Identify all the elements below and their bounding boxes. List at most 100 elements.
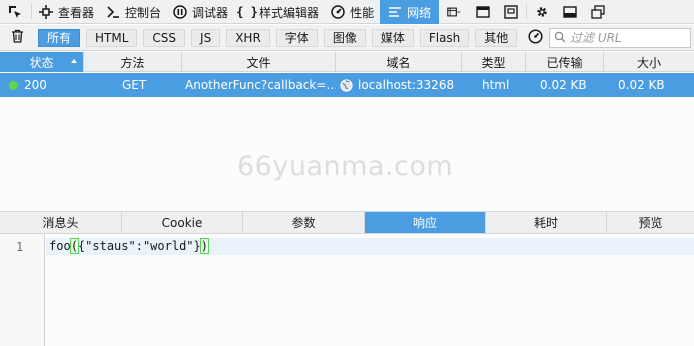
column-method[interactable]: 方法 (84, 52, 182, 72)
cell-status: 200 (0, 73, 84, 97)
cell-size: 0.02 KB (604, 73, 694, 97)
network-icon (388, 5, 402, 19)
toolbar-separator (526, 4, 528, 19)
devtools-toolbar: 查看器 控制台 调试器 { } 样式编辑器 性能 网络 (0, 0, 694, 24)
globe-icon (340, 78, 353, 92)
column-method-label: 方法 (120, 55, 145, 70)
filter-images-button[interactable]: 图像 (323, 28, 366, 47)
tab-response[interactable]: 响应 (365, 212, 486, 233)
style-editor-icon: { } (236, 5, 258, 19)
column-status-label: 状态 (29, 55, 54, 70)
cell-method: GET (84, 73, 182, 97)
line-number: 1 (16, 240, 24, 254)
method-text: GET (122, 78, 147, 92)
response-editor[interactable]: 1 foo({"staus":"world"}) (0, 234, 694, 346)
dock-window-icon (591, 5, 605, 19)
filter-other-button[interactable]: 其他 (475, 28, 518, 47)
editor-gutter: 1 (0, 234, 45, 346)
table-row[interactable]: 200 GET AnotherFunc?callback=… localhost… (0, 73, 694, 97)
dock-bottom-button[interactable] (556, 0, 584, 24)
filter-html-button[interactable]: HTML (86, 28, 138, 47)
filter-js-button[interactable]: JS (191, 28, 221, 47)
tab-timings[interactable]: 耗时 (486, 212, 607, 233)
tab-console-label: 控制台 (125, 5, 162, 20)
type-text: html (482, 78, 510, 92)
tab-console[interactable]: 控制台 (100, 0, 167, 24)
search-icon (554, 31, 566, 46)
filter-url-input[interactable] (570, 31, 682, 45)
tab-network[interactable]: 网络 (380, 0, 440, 24)
column-transferred-label: 已传输 (546, 55, 583, 70)
tab-style-editor-label: 样式编辑器 (259, 5, 320, 20)
element-picker-icon (8, 5, 22, 19)
column-size-label: 大小 (636, 55, 661, 70)
tab-performance-label: 性能 (350, 5, 375, 20)
debugger-icon (173, 5, 187, 19)
trash-icon (11, 29, 24, 46)
filter-media-button[interactable]: 媒体 (371, 28, 414, 47)
screenshot-button[interactable] (497, 0, 525, 24)
column-domain[interactable]: 域名 (336, 52, 462, 72)
tab-debugger-label: 调试器 (192, 5, 229, 20)
column-domain-label: 域名 (386, 55, 411, 70)
cell-transferred: 0.02 KB (526, 73, 604, 97)
column-status[interactable]: 状态 (0, 52, 84, 72)
tab-network-label: 网络 (407, 5, 432, 20)
clear-button[interactable] (6, 27, 28, 49)
tab-performance[interactable]: 性能 (325, 0, 380, 24)
performance-analysis-button[interactable] (525, 28, 545, 48)
network-filter-bar: 所有 HTML CSS JS XHR 字体 图像 媒体 Flash 其他 (0, 25, 694, 51)
sort-ascending-icon (71, 59, 77, 63)
tab-params[interactable]: 参数 (243, 212, 365, 233)
filter-fonts-button[interactable]: 字体 (275, 28, 318, 47)
column-transferred[interactable]: 已传输 (526, 52, 604, 72)
tab-inspector-label: 查看器 (58, 5, 95, 20)
filter-flash-button[interactable]: Flash (419, 28, 470, 47)
column-file-label: 文件 (246, 55, 271, 70)
dock-bottom-icon (563, 5, 577, 19)
cell-file: AnotherFunc?callback=… (182, 73, 336, 97)
screenshot-icon (504, 5, 518, 19)
column-type[interactable]: 类型 (462, 52, 526, 72)
column-type-label: 类型 (481, 55, 506, 70)
tab-cookies[interactable]: Cookie (122, 212, 243, 233)
dock-window-button[interactable] (584, 0, 612, 24)
column-size[interactable]: 大小 (604, 52, 694, 72)
filter-css-button[interactable]: CSS (143, 28, 186, 47)
filter-all-button[interactable]: 所有 (38, 28, 81, 47)
tab-headers[interactable]: 消息头 (0, 212, 122, 233)
tab-style-editor[interactable]: { } 样式编辑器 (234, 0, 325, 24)
domain-text: localhost:33268 (358, 78, 455, 92)
transferred-text: 0.02 KB (540, 78, 587, 92)
column-file[interactable]: 文件 (182, 52, 336, 72)
settings-button[interactable] (528, 0, 556, 24)
console-split-icon (476, 5, 490, 19)
tab-debugger[interactable]: 调试器 (167, 0, 234, 24)
code-function-name: foo (49, 239, 71, 253)
responsive-design-button[interactable] (439, 0, 469, 24)
code-open-paren: ( (69, 238, 79, 254)
tab-preview[interactable]: 预览 (607, 212, 694, 233)
response-code-line: foo({"staus":"world"}) (49, 238, 210, 254)
status-ok-dot (9, 80, 18, 90)
size-text: 0.02 KB (618, 78, 665, 92)
performance-icon (331, 5, 345, 19)
console-icon (106, 5, 120, 19)
inspector-icon (39, 5, 53, 19)
details-tabbar: 消息头 Cookie 参数 响应 耗时 预览 (0, 211, 694, 234)
status-code: 200 (24, 78, 47, 92)
code-close-paren: ) (199, 238, 210, 254)
cell-domain: localhost:33268 (336, 73, 462, 97)
filter-xhr-button[interactable]: XHR (226, 28, 270, 47)
split-console-button[interactable] (469, 0, 497, 24)
file-text: AnotherFunc?callback=… (185, 78, 336, 92)
code-json-body: {"staus":"world"} (77, 239, 201, 253)
settings-icon (535, 5, 549, 19)
element-picker-button[interactable] (0, 0, 30, 24)
filter-url-field[interactable] (549, 28, 691, 48)
watermark-text: 66yuanma.com (237, 151, 454, 182)
tab-inspector[interactable]: 查看器 (33, 0, 100, 24)
cell-type: html (462, 73, 526, 97)
stopwatch-icon (528, 28, 543, 47)
toolbar-separator (31, 4, 32, 19)
